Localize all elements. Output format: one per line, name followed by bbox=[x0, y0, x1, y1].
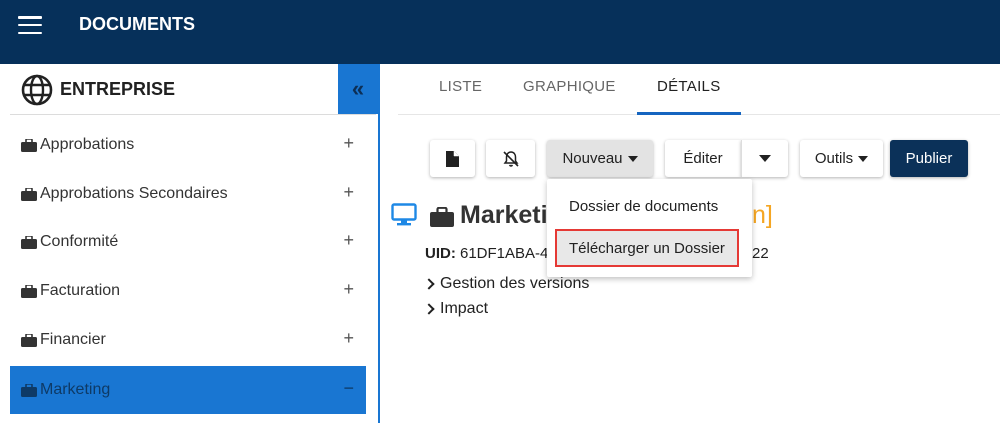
caret-down-icon bbox=[858, 155, 869, 162]
tree-item-label: Impact bbox=[440, 300, 489, 317]
tree-item-label: Gestion des versions bbox=[440, 275, 590, 292]
sidebar-item-label: Facturation bbox=[40, 282, 121, 299]
file-icon bbox=[446, 150, 459, 167]
expand-icon[interactable]: + bbox=[343, 328, 354, 349]
new-dropdown-button[interactable]: Nouveau bbox=[547, 140, 653, 177]
briefcase-icon bbox=[21, 333, 37, 347]
expand-icon[interactable]: + bbox=[343, 279, 354, 300]
sidebar-item-label: Marketing bbox=[40, 381, 111, 398]
publish-button[interactable]: Publier bbox=[890, 140, 968, 177]
sidebar-item-marketing[interactable]: Marketing − bbox=[10, 366, 366, 414]
double-chevron-left-icon: « bbox=[351, 76, 365, 101]
active-tab-indicator bbox=[637, 112, 741, 115]
caret-down-icon bbox=[759, 155, 771, 162]
briefcase-icon bbox=[21, 138, 37, 152]
sidebar-item-label: Approbations Secondaires bbox=[40, 185, 228, 202]
menu-item-document-folder[interactable]: Dossier de documents bbox=[547, 187, 752, 225]
sidebar-item-conformite[interactable]: Conformité + bbox=[10, 218, 366, 266]
expand-icon[interactable]: + bbox=[343, 182, 354, 203]
monitor-icon bbox=[391, 203, 417, 226]
tree-item-impact[interactable]: Impact bbox=[423, 300, 489, 318]
sidebar-item-facturation[interactable]: Facturation + bbox=[10, 267, 366, 315]
sidebar-title: ENTREPRISE bbox=[60, 79, 176, 99]
tools-dropdown-button[interactable]: Outils bbox=[800, 140, 883, 177]
new-document-button[interactable] bbox=[430, 140, 475, 177]
collapse-icon[interactable]: − bbox=[343, 378, 354, 399]
collapse-sidebar-button[interactable]: « bbox=[338, 64, 378, 114]
sidebar-item-financier[interactable]: Financier + bbox=[10, 316, 366, 364]
menu-item-upload-folder[interactable]: Télécharger un Dossier bbox=[555, 229, 739, 267]
hamburger-icon[interactable] bbox=[18, 16, 42, 34]
top-app-bar: DOCUMENTS bbox=[0, 0, 1000, 64]
sidebar-item-label: Financier bbox=[40, 331, 106, 348]
edit-options-button[interactable] bbox=[741, 140, 788, 177]
globe-icon bbox=[21, 74, 53, 106]
briefcase-icon bbox=[21, 284, 37, 298]
sidebar-border bbox=[378, 64, 380, 423]
caret-down-icon bbox=[627, 155, 638, 162]
tree-item-version-management[interactable]: Gestion des versions bbox=[423, 275, 590, 293]
edit-button-label: Éditer bbox=[683, 150, 723, 167]
briefcase-icon bbox=[21, 383, 37, 397]
bell-off-icon bbox=[502, 150, 519, 167]
uid-label: UID: bbox=[425, 245, 456, 262]
chevron-right-icon bbox=[423, 278, 435, 290]
sidebar-item-approbations-secondaires[interactable]: Approbations Secondaires + bbox=[10, 170, 366, 218]
title-tag: n] bbox=[752, 201, 773, 229]
app-title: DOCUMENTS bbox=[79, 14, 195, 34]
tab-liste[interactable]: LISTE bbox=[439, 78, 482, 95]
briefcase-icon bbox=[430, 207, 454, 227]
document-title: Marketi bbox=[460, 201, 548, 229]
sidebar-header: ENTREPRISE « bbox=[0, 64, 380, 114]
sidebar-divider bbox=[10, 114, 376, 115]
sidebar: ENTREPRISE « Approbations + Approbations… bbox=[0, 64, 381, 423]
tab-details[interactable]: DÉTAILS bbox=[657, 78, 721, 95]
new-button-label: Nouveau bbox=[562, 150, 623, 167]
notifications-off-button[interactable] bbox=[486, 140, 535, 177]
edit-button[interactable]: Éditer bbox=[665, 140, 741, 177]
briefcase-icon bbox=[21, 235, 37, 249]
sidebar-item-approbations[interactable]: Approbations + bbox=[10, 121, 366, 169]
tools-button-label: Outils bbox=[814, 150, 854, 167]
expand-icon[interactable]: + bbox=[343, 230, 354, 251]
tab-graphique[interactable]: GRAPHIQUE bbox=[523, 78, 616, 95]
expand-icon[interactable]: + bbox=[343, 133, 354, 154]
uid-line: UID: 61DF1ABA-4 bbox=[425, 245, 548, 262]
sidebar-item-label: Approbations bbox=[40, 136, 135, 153]
uid-value-tail: 22 bbox=[752, 245, 769, 262]
chevron-right-icon bbox=[423, 303, 435, 315]
briefcase-icon bbox=[21, 187, 37, 201]
uid-value: 61DF1ABA-4 bbox=[460, 245, 549, 262]
new-dropdown-menu: Dossier de documents Télécharger un Doss… bbox=[547, 179, 752, 277]
sidebar-item-label: Conformité bbox=[40, 233, 119, 250]
